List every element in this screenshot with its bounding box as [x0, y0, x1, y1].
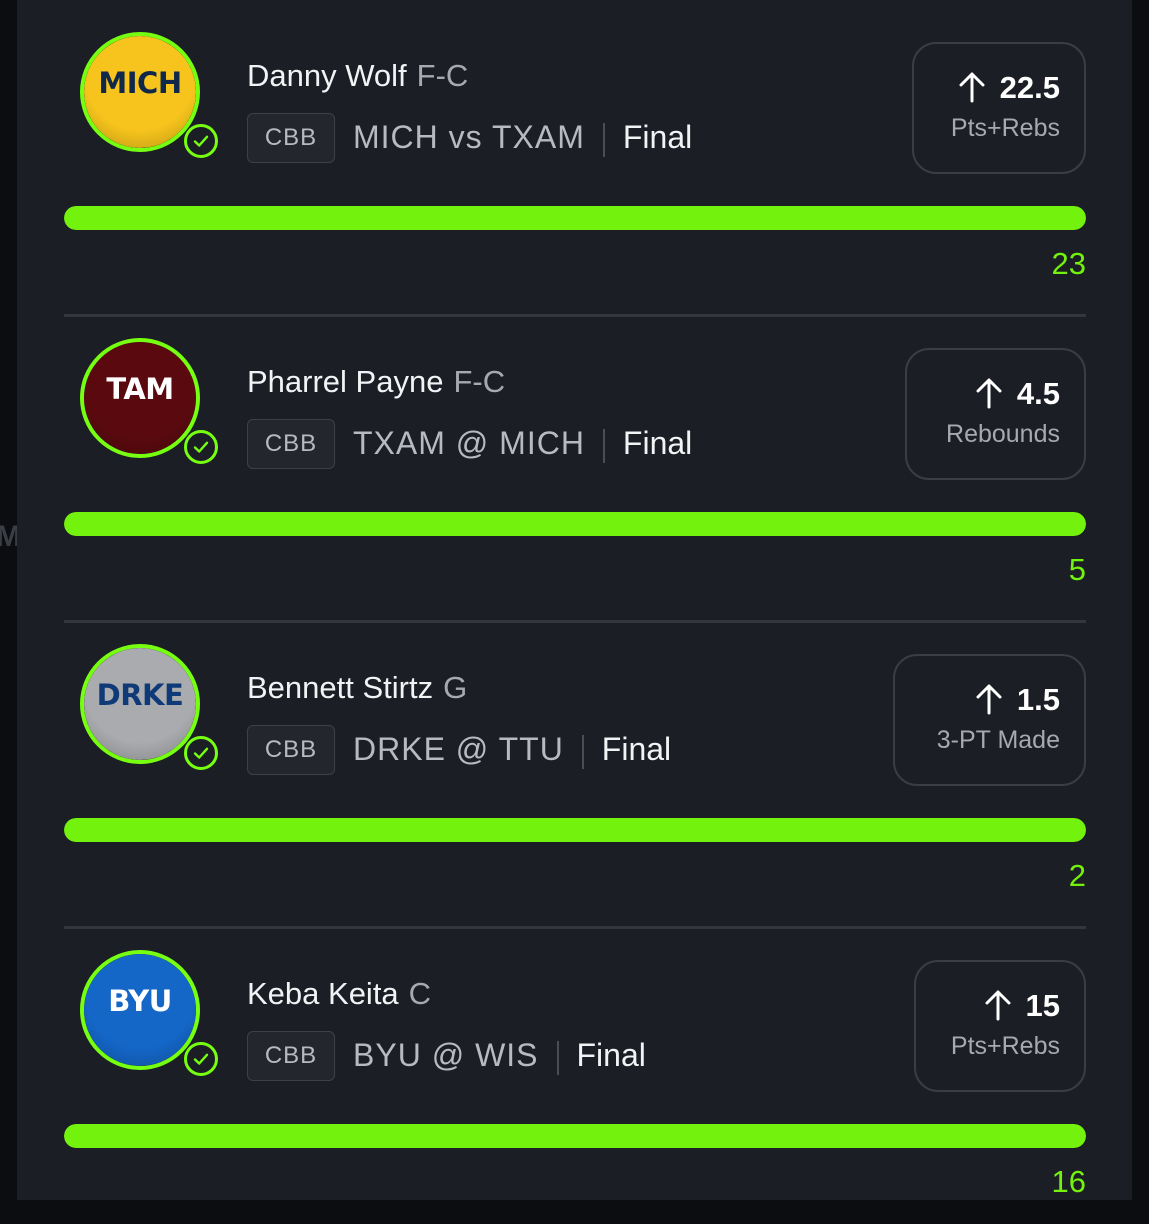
- game-info: DRKE @ TTU Final: [353, 731, 671, 769]
- line-value: 4.5: [931, 376, 1060, 412]
- player-name-text: Keba Keita: [247, 976, 399, 1011]
- player-avatar: BYU: [80, 950, 200, 1070]
- progress-fill: [64, 206, 1086, 230]
- jersey-image: MICH: [84, 36, 196, 148]
- projection-box[interactable]: 1.5 3-PT Made: [893, 654, 1086, 786]
- jersey-image: TAM: [84, 342, 196, 454]
- stat-type: Pts+Rebs: [950, 1032, 1060, 1060]
- line-number: 1.5: [1016, 682, 1060, 717]
- game-status: Final: [622, 119, 693, 155]
- progress-bar: [64, 512, 1086, 536]
- player-position: G: [443, 670, 468, 705]
- player-name-text: Danny Wolf: [247, 58, 407, 93]
- player-position: F-C: [416, 58, 469, 93]
- pick-card[interactable]: BYU Keba Keita C CBB BYU @ WIS Final 15 Pt…: [64, 918, 1086, 1224]
- progress-fill: [64, 818, 1086, 842]
- stat-type: 3-PT Made: [936, 726, 1060, 754]
- divider-bar: [556, 1040, 559, 1075]
- line-value: 15: [940, 988, 1060, 1024]
- matchup-text: DRKE @ TTU: [353, 731, 564, 767]
- progress-fill: [64, 1124, 1086, 1148]
- divider-bar: [602, 122, 605, 157]
- check-icon: [184, 736, 218, 770]
- jersey-image: DRKE: [84, 648, 196, 760]
- check-icon: [184, 124, 218, 158]
- jersey-label: DRKE: [96, 678, 184, 712]
- divider-bar: [602, 428, 605, 463]
- pick-card[interactable]: TAM Pharrel Payne F-C CBB TXAM @ MICH Fina…: [64, 306, 1086, 623]
- jersey-label: BYU: [108, 984, 172, 1018]
- progress-bar: [64, 818, 1086, 842]
- game-info: MICH vs TXAM Final: [353, 119, 692, 157]
- projection-box[interactable]: 4.5 Rebounds: [905, 348, 1086, 480]
- picks-panel: MICH Danny Wolf F-C CBB MICH vs TXAM Final…: [17, 0, 1132, 1200]
- league-badge: CBB: [247, 113, 335, 163]
- league-badge: CBB: [247, 1031, 335, 1081]
- check-icon: [184, 1042, 218, 1076]
- league-badge: CBB: [247, 725, 335, 775]
- matchup-text: MICH vs TXAM: [353, 119, 585, 155]
- player-name: Keba Keita C: [247, 976, 431, 1012]
- projection-box[interactable]: 15 Pts+Rebs: [914, 960, 1086, 1092]
- actual-result: 5: [1068, 552, 1086, 587]
- arrow-up-icon: [976, 378, 1002, 409]
- progress-bar: [64, 206, 1086, 230]
- arrow-up-icon: [985, 990, 1011, 1021]
- arrow-up-icon: [976, 684, 1002, 715]
- check-icon: [184, 430, 218, 464]
- stat-type: Rebounds: [946, 420, 1060, 448]
- actual-result: 16: [1051, 1164, 1086, 1199]
- matchup-text: TXAM @ MICH: [353, 425, 585, 461]
- actual-result: 2: [1068, 858, 1086, 893]
- player-name: Bennett Stirtz G: [247, 670, 467, 706]
- league-badge: CBB: [247, 419, 335, 469]
- jersey-label: TAM: [106, 372, 174, 406]
- progress-bar: [64, 1124, 1086, 1148]
- game-info: BYU @ WIS Final: [353, 1037, 646, 1075]
- actual-result: 23: [1051, 246, 1086, 281]
- line-value: 1.5: [919, 682, 1060, 718]
- player-name-text: Bennett Stirtz: [247, 670, 434, 705]
- player-avatar: TAM: [80, 338, 200, 458]
- divider-bar: [581, 734, 584, 769]
- game-status: Final: [601, 731, 672, 767]
- stat-type: Pts+Rebs: [950, 114, 1060, 142]
- player-avatar: DRKE: [80, 644, 200, 764]
- player-avatar: MICH: [80, 32, 200, 152]
- jersey-image: BYU: [84, 954, 196, 1066]
- game-status: Final: [622, 425, 693, 461]
- game-status: Final: [576, 1037, 646, 1073]
- player-position: F-C: [453, 364, 506, 399]
- line-number: 4.5: [1016, 376, 1060, 411]
- projection-box[interactable]: 22.5 Pts+Rebs: [912, 42, 1086, 174]
- progress-fill: [64, 512, 1086, 536]
- pick-card[interactable]: DRKE Bennett Stirtz G CBB DRKE @ TTU Final…: [64, 612, 1086, 929]
- player-name: Danny Wolf F-C: [247, 58, 468, 94]
- arrow-up-icon: [959, 72, 985, 103]
- player-name-text: Pharrel Payne: [247, 364, 444, 399]
- line-number: 22.5: [999, 70, 1060, 105]
- line-number: 15: [1025, 988, 1060, 1023]
- line-value: 22.5: [938, 70, 1060, 106]
- jersey-label: MICH: [98, 66, 182, 100]
- pick-card[interactable]: MICH Danny Wolf F-C CBB MICH vs TXAM Final…: [64, 0, 1086, 317]
- player-name: Pharrel Payne F-C: [247, 364, 505, 400]
- game-info: TXAM @ MICH Final: [353, 425, 692, 463]
- player-position: C: [408, 976, 432, 1011]
- matchup-text: BYU @ WIS: [353, 1037, 539, 1073]
